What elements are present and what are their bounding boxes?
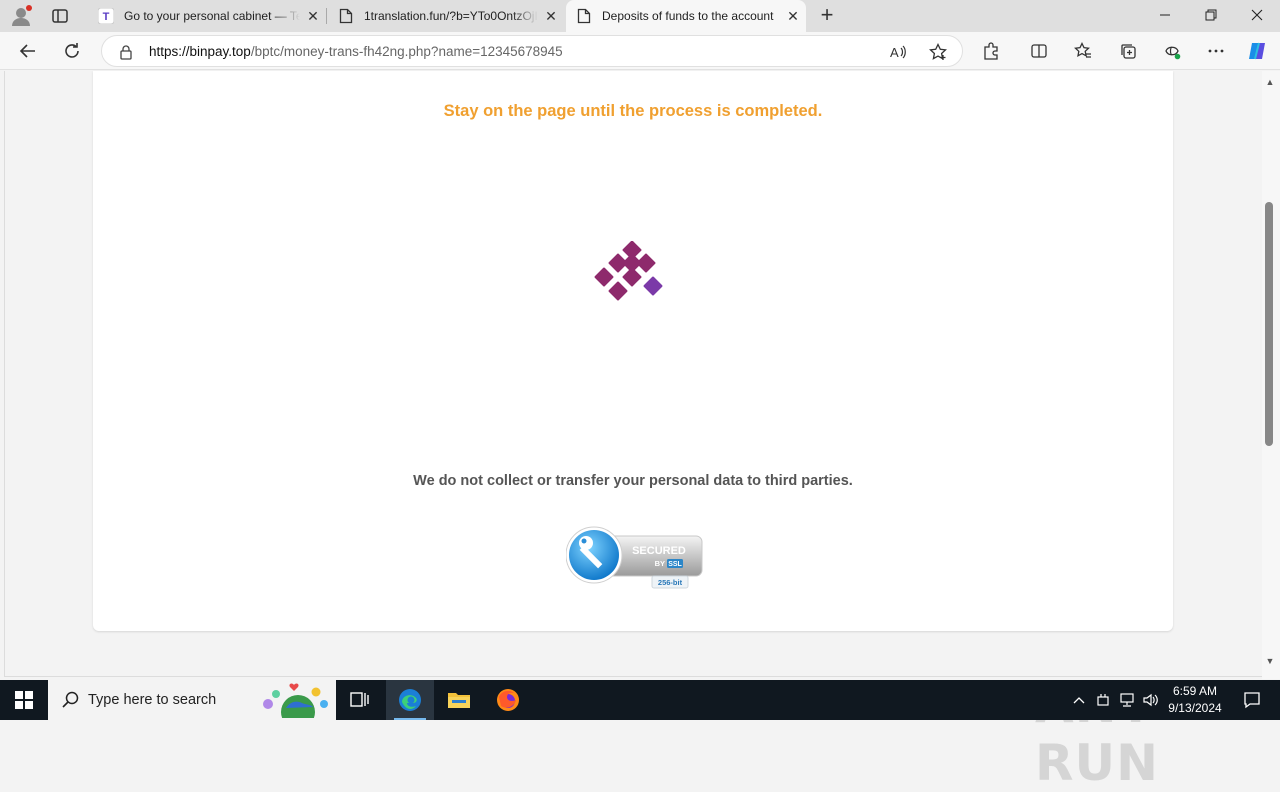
collections-icon[interactable]: [1117, 40, 1139, 62]
content-card: Stay on the page until the process is co…: [93, 71, 1173, 631]
stay-message: Stay on the page until the process is co…: [443, 102, 823, 120]
clock-time: 6:59 AM: [1172, 684, 1218, 698]
tab-translation[interactable]: 1translation.fun/?b=YTo0OntzOjI ✕: [328, 0, 564, 32]
volume-icon[interactable]: [1140, 680, 1162, 720]
telegraph-icon: T: [98, 8, 114, 24]
tab-title: Deposits of funds to the account: [602, 9, 774, 23]
svg-text:A: A: [890, 45, 899, 60]
notifications-icon[interactable]: [1232, 680, 1272, 720]
ssl-by-label: BY: [655, 559, 665, 568]
power-icon[interactable]: [1092, 680, 1114, 720]
privacy-message: We do not collect or transfer your perso…: [413, 473, 853, 489]
split-screen-icon[interactable]: [1028, 40, 1050, 62]
favorite-star-icon[interactable]: [927, 41, 949, 63]
read-aloud-icon[interactable]: A: [887, 41, 909, 63]
extensions-icon[interactable]: [980, 40, 1002, 62]
search-placeholder: Type here to search: [88, 692, 217, 708]
page-icon: [338, 8, 354, 24]
system-clock[interactable]: 6:59 AM 9/13/2024: [1160, 683, 1230, 717]
favorites-icon[interactable]: [1072, 40, 1094, 62]
page-viewport: Stay on the page until the process is co…: [0, 71, 1262, 792]
lock-icon[interactable]: [119, 44, 133, 65]
loading-spinner-icon: [594, 240, 666, 307]
minimize-button[interactable]: [1142, 0, 1188, 32]
page-icon: [576, 8, 592, 24]
firefox-icon[interactable]: [484, 680, 532, 720]
show-hidden-icons-icon[interactable]: [1068, 680, 1090, 720]
copilot-icon[interactable]: [1246, 40, 1268, 62]
close-window-button[interactable]: [1234, 0, 1280, 32]
ssl-ssl-label: SSL: [668, 561, 682, 568]
vertical-scrollbar[interactable]: ▲ ▼: [1262, 71, 1280, 679]
taskbar: Type here to search 6:59 AM 9/13/2024: [0, 680, 1280, 729]
edge-taskbar-icon[interactable]: [386, 680, 434, 720]
ssl-bits-label: 256-bit: [658, 578, 683, 587]
address-bar[interactable]: https://binpay.top/bptc/money-trans-fh42…: [101, 35, 963, 67]
tab-strip: T Go to your personal cabinet — Te ✕ 1tr…: [0, 0, 1280, 32]
task-view-icon[interactable]: [336, 680, 384, 720]
close-icon[interactable]: ✕: [780, 8, 806, 25]
tab-actions-icon[interactable]: [50, 6, 70, 26]
clock-date: 9/13/2024: [1168, 701, 1222, 715]
browser-toolbar: https://binpay.top/bptc/money-trans-fh42…: [0, 32, 1280, 70]
search-icon: [62, 691, 80, 714]
network-icon[interactable]: [1116, 680, 1138, 720]
tab-deposits[interactable]: Deposits of funds to the account ✕: [566, 0, 806, 32]
svg-text:T: T: [103, 11, 110, 23]
new-tab-button[interactable]: +: [814, 3, 840, 29]
url-domain: https://binpay.top: [149, 44, 251, 59]
refresh-icon[interactable]: [61, 40, 83, 62]
tab-personal-cabinet[interactable]: T Go to your personal cabinet — Te ✕: [88, 0, 326, 32]
taskbar-search-box[interactable]: Type here to search: [48, 680, 336, 729]
search-highlight-icon: [258, 682, 332, 729]
scroll-thumb[interactable]: [1265, 202, 1273, 446]
scroll-up-icon[interactable]: ▲: [1264, 77, 1276, 87]
tab-separator: [326, 8, 327, 24]
ssl-badge: 256-bit SECURED BY SSL: [565, 522, 706, 590]
browser-essentials-icon[interactable]: [1161, 40, 1183, 62]
scroll-down-icon[interactable]: ▼: [1264, 656, 1276, 666]
close-icon[interactable]: ✕: [300, 8, 326, 25]
tab-title: Go to your personal cabinet — Te: [124, 9, 300, 23]
url-path: /bptc/money-trans-fh42ng.php?name=123456…: [250, 44, 563, 59]
back-icon[interactable]: [17, 40, 39, 62]
page-left-edge: [4, 71, 5, 677]
url-text[interactable]: https://binpay.top/bptc/money-trans-fh42…: [149, 44, 563, 59]
restore-button[interactable]: [1188, 0, 1234, 32]
ssl-secured-label: SECURED: [632, 545, 686, 557]
file-explorer-icon[interactable]: [435, 680, 483, 720]
more-options-icon[interactable]: [1205, 40, 1227, 62]
profile-icon[interactable]: [10, 5, 32, 27]
close-icon[interactable]: ✕: [538, 8, 564, 25]
tab-title: 1translation.fun/?b=YTo0OntzOjI: [364, 9, 538, 23]
windows-start-icon[interactable]: [0, 680, 48, 720]
